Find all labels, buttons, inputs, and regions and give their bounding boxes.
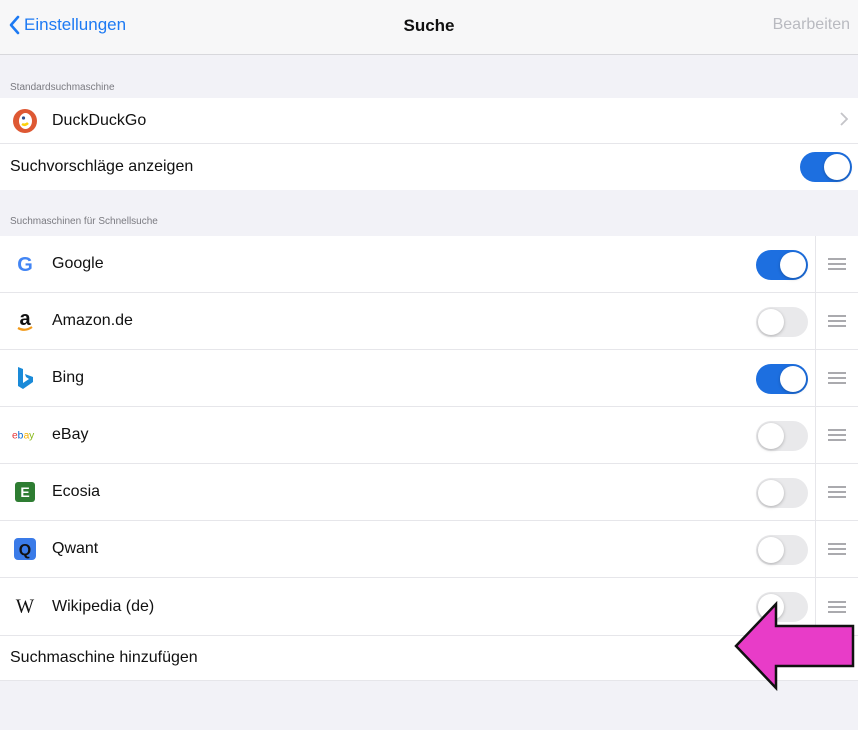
navigation-bar: Einstellungen Suche Bearbeiten	[0, 0, 858, 55]
drag-handle-icon	[828, 372, 846, 384]
quick-search-section-header: Suchmaschinen für Schnellsuche	[10, 216, 158, 227]
suggestions-row: Suchvorschläge anzeigen	[0, 144, 858, 190]
drag-handle-icon	[828, 315, 846, 327]
engine-row-bing[interactable]: Bing	[0, 350, 858, 407]
engine-toggle[interactable]	[756, 535, 808, 565]
ecosia-icon: E	[12, 479, 38, 505]
engine-name: Qwant	[52, 540, 99, 557]
suggestions-label: Suchvorschläge anzeigen	[10, 158, 194, 175]
engine-toggle[interactable]	[756, 364, 808, 394]
quick-search-group: G Google a Amazon.de Bing ebay eBay E Ec…	[0, 236, 858, 635]
svg-text:E: E	[20, 484, 29, 500]
reorder-handle[interactable]	[815, 407, 858, 463]
default-engine-row[interactable]: DuckDuckGo	[0, 98, 858, 144]
engine-name: Wikipedia (de)	[52, 597, 155, 615]
default-engine-section-header: Standardsuchmaschine	[10, 82, 115, 93]
amazon-icon: a	[12, 308, 38, 334]
svg-text:Q: Q	[19, 542, 31, 559]
drag-handle-icon	[828, 429, 846, 441]
google-icon: G	[12, 251, 38, 277]
engine-toggle[interactable]	[756, 478, 808, 508]
add-search-engine-row[interactable]: Suchmaschine hinzufügen	[0, 635, 858, 681]
wikipedia-icon: W	[12, 594, 38, 620]
engine-row-amazon[interactable]: a Amazon.de	[0, 293, 858, 350]
engine-row-qwant[interactable]: Q Qwant	[0, 521, 858, 578]
svg-text:b: b	[18, 431, 24, 442]
pointer-arrow-icon	[734, 600, 855, 692]
engine-name: Bing	[52, 369, 85, 386]
suggestions-toggle[interactable]	[800, 152, 852, 182]
drag-handle-icon	[828, 486, 846, 498]
engine-name: Ecosia	[52, 483, 101, 500]
svg-text:G: G	[17, 254, 33, 275]
svg-text:W: W	[16, 596, 35, 617]
duckduckgo-icon	[12, 108, 38, 134]
engine-name: eBay	[52, 426, 89, 443]
edit-button[interactable]: Bearbeiten	[773, 16, 850, 34]
svg-text:a: a	[19, 309, 31, 330]
default-engine-group: DuckDuckGo Suchvorschläge anzeigen	[0, 98, 858, 190]
engine-row-wikipedia[interactable]: W Wikipedia (de)	[0, 578, 858, 635]
bing-icon	[12, 365, 38, 391]
reorder-handle[interactable]	[815, 350, 858, 406]
engine-row-ebay[interactable]: ebay eBay	[0, 407, 858, 464]
reorder-handle[interactable]	[815, 521, 858, 577]
engine-toggle[interactable]	[756, 421, 808, 451]
ebay-icon: ebay	[12, 422, 38, 448]
engine-name: Google	[52, 255, 104, 272]
reorder-handle[interactable]	[815, 464, 858, 520]
engine-row-google[interactable]: G Google	[0, 236, 858, 293]
engine-row-ecosia[interactable]: E Ecosia	[0, 464, 858, 521]
drag-handle-icon	[828, 258, 846, 270]
engine-toggle[interactable]	[756, 307, 808, 337]
chevron-right-icon	[840, 112, 848, 126]
reorder-handle[interactable]	[815, 236, 858, 292]
reorder-handle[interactable]	[815, 293, 858, 349]
qwant-icon: Q	[12, 536, 38, 562]
engine-toggle[interactable]	[756, 250, 808, 280]
default-engine-name: DuckDuckGo	[52, 111, 147, 129]
page-title: Suche	[403, 16, 455, 35]
add-search-engine-label: Suchmaschine hinzufügen	[10, 649, 198, 666]
engine-name: Amazon.de	[52, 312, 133, 329]
drag-handle-icon	[828, 543, 846, 555]
svg-text:y: y	[29, 431, 35, 442]
